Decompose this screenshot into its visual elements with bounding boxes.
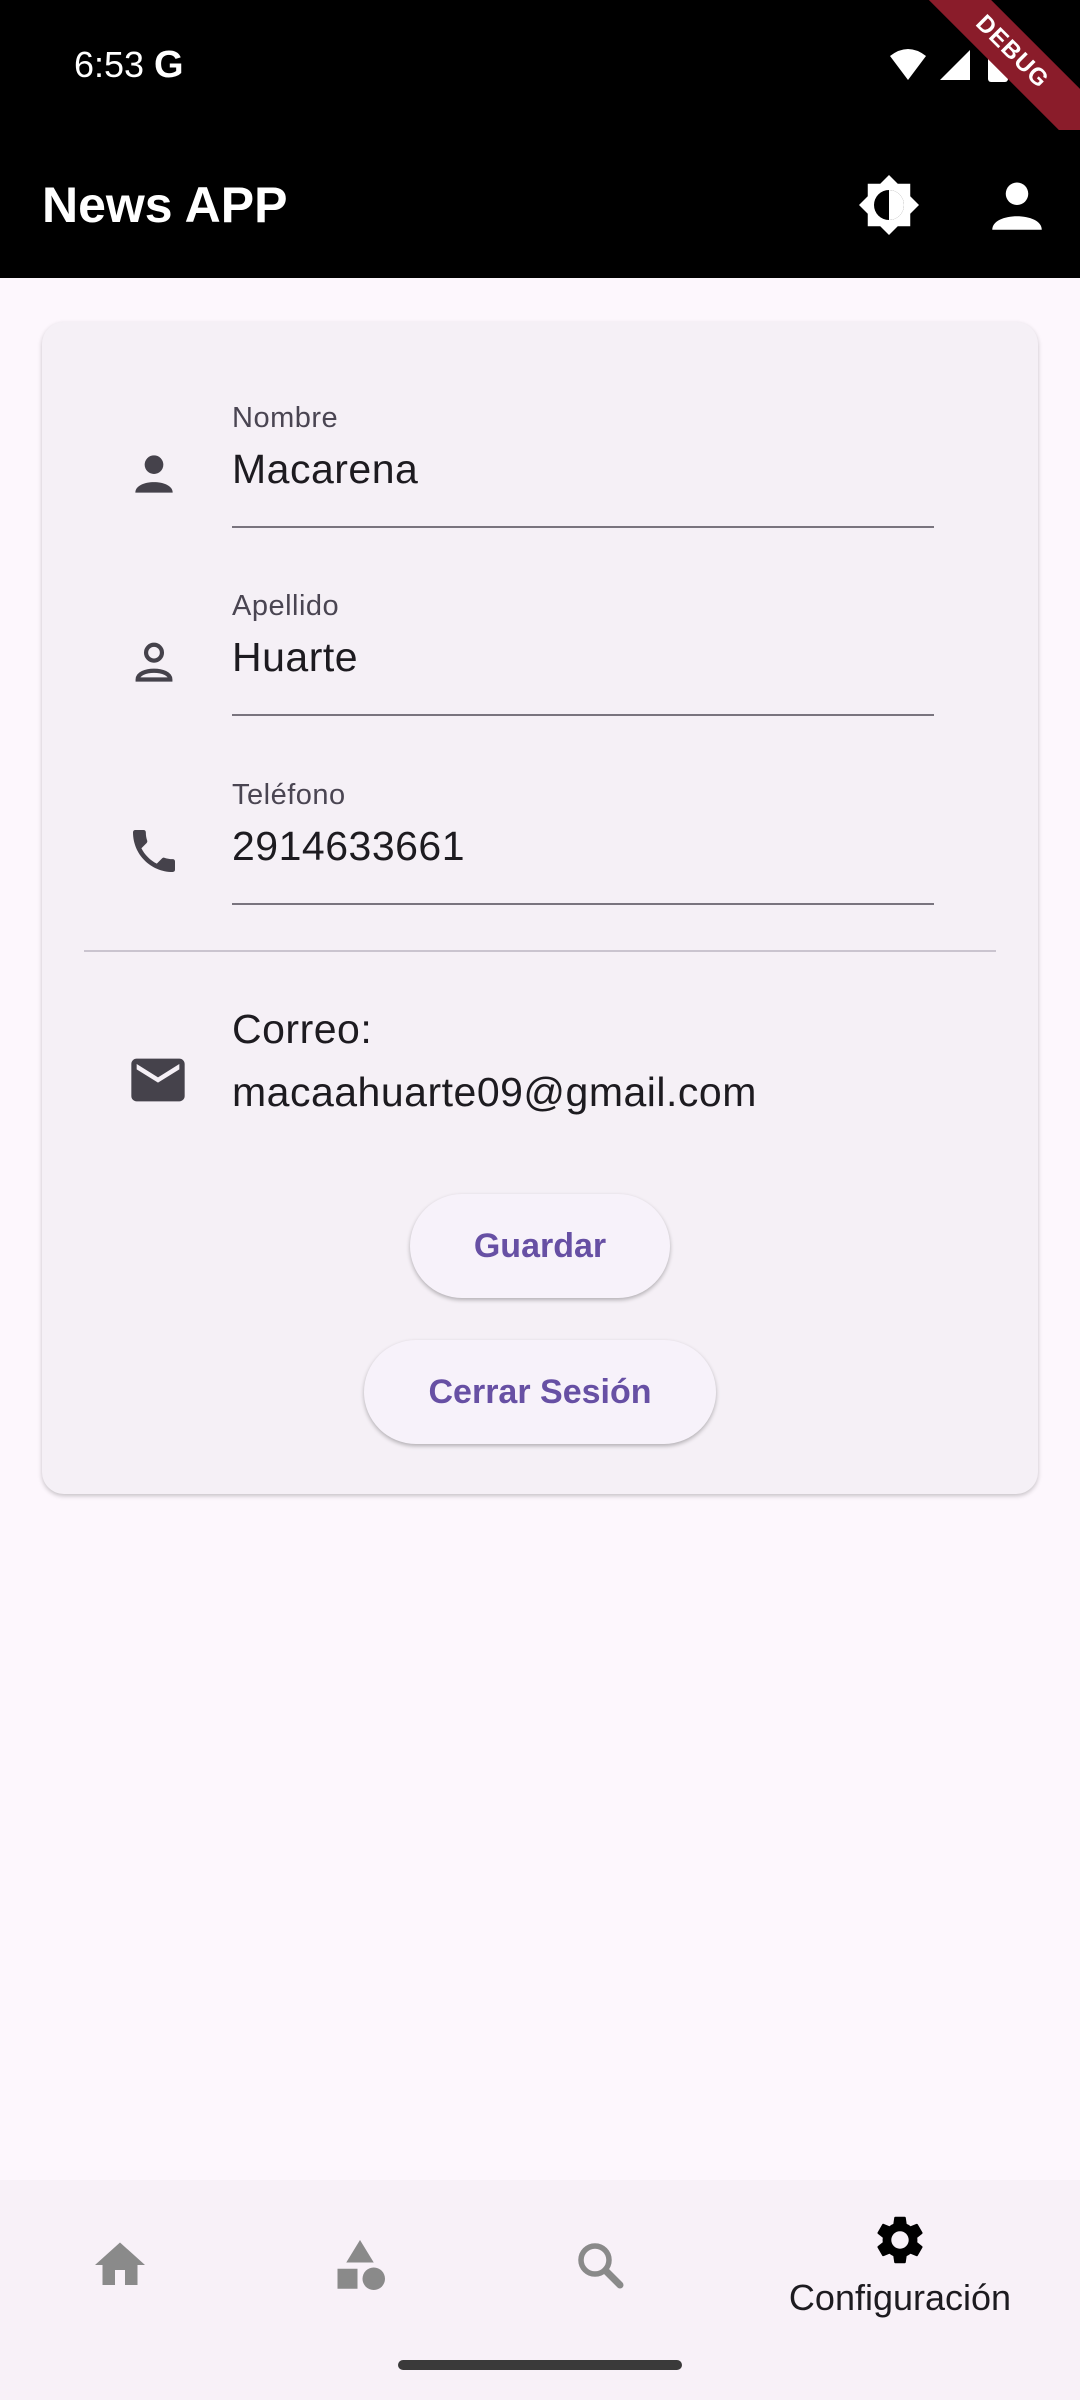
telefono-underline	[232, 903, 934, 905]
nav-item-search[interactable]	[480, 2180, 720, 2350]
google-g-icon: G	[154, 44, 184, 86]
brightness-toggle-button[interactable]	[854, 170, 924, 240]
screen: 6:53 G DEBUG News APP Nombre Macarena Ap…	[0, 0, 1080, 2400]
nav-item-home[interactable]	[0, 2180, 240, 2350]
telefono-label: Teléfono	[232, 779, 346, 811]
brightness-icon	[859, 175, 919, 235]
email-value: macaahuarte09@gmail.com	[232, 1069, 757, 1115]
home-indicator[interactable]	[398, 2360, 682, 2370]
apellido-input[interactable]: Huarte	[232, 634, 358, 681]
wifi-icon	[890, 49, 926, 80]
person-outline-icon	[135, 642, 173, 682]
nav-label-settings: Configuración	[788, 2277, 1012, 2318]
status-time: 6:53	[74, 44, 145, 85]
telefono-input[interactable]: 2914633661	[232, 823, 465, 870]
email-label: Correo:	[232, 1006, 373, 1052]
categories-icon	[337, 2240, 385, 2290]
nombre-label: Nombre	[232, 402, 339, 434]
profile-icon	[992, 182, 1042, 230]
telefono-field[interactable]: Teléfono 2914633661	[42, 779, 1038, 929]
nombre-field[interactable]: Nombre Macarena	[42, 402, 1038, 552]
settings-icon	[877, 2216, 923, 2264]
mail-icon	[131, 1058, 185, 1102]
status-bar: 6:53 G DEBUG	[0, 0, 1080, 160]
search-icon	[578, 2243, 624, 2289]
email-text: Correo: macaahuarte09@gmail.com	[232, 998, 757, 1124]
profile-card: Nombre Macarena Apellido Huarte Teléfono…	[42, 322, 1038, 1494]
nombre-input[interactable]: Macarena	[232, 446, 418, 493]
phone-icon	[133, 830, 175, 872]
save-button[interactable]: Guardar	[410, 1194, 670, 1298]
person-icon	[135, 455, 173, 493]
apellido-underline	[232, 714, 934, 716]
signal-icon	[940, 50, 970, 80]
nav-item-categories[interactable]	[240, 2180, 480, 2350]
home-icon	[95, 2242, 145, 2285]
app-bar: News APP	[0, 130, 1080, 278]
apellido-label: Apellido	[232, 590, 340, 622]
divider	[84, 950, 996, 952]
nombre-underline	[232, 526, 934, 528]
apellido-field[interactable]: Apellido Huarte	[42, 590, 1038, 740]
app-title: News APP	[42, 177, 288, 233]
email-row: Correo: macaahuarte09@gmail.com	[42, 998, 1038, 1148]
logout-button[interactable]: Cerrar Sesión	[364, 1340, 716, 1444]
profile-button[interactable]	[982, 170, 1052, 240]
nav-item-settings[interactable]: Configuración	[780, 2180, 1020, 2350]
